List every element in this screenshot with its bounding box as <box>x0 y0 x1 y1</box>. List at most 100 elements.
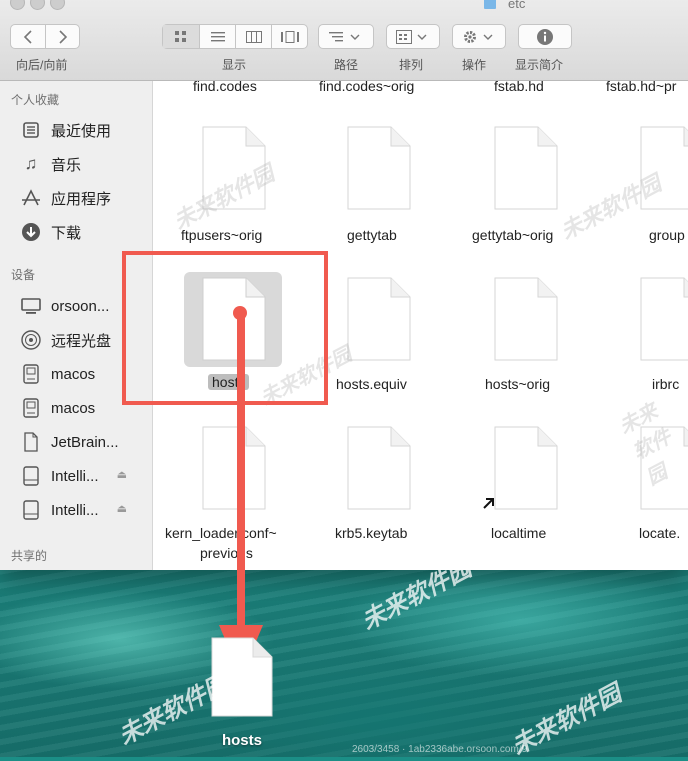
close-window-button[interactable] <box>10 0 25 10</box>
get-info-label: 显示简介 <box>515 58 564 72</box>
document-icon <box>347 426 411 510</box>
path-button[interactable] <box>318 24 374 49</box>
file-item[interactable] <box>347 126 411 210</box>
column-view-button[interactable] <box>235 25 271 48</box>
back-forward-control <box>10 24 80 49</box>
file-item[interactable] <box>347 426 411 510</box>
info-icon <box>537 28 553 45</box>
file-label[interactable]: locate. <box>639 525 680 541</box>
columns-icon <box>245 30 262 43</box>
document-icon <box>347 126 411 210</box>
annotation-highlight-box <box>122 251 328 405</box>
sidebar-item-label: macos <box>51 399 96 417</box>
icon-view-button[interactable] <box>163 25 199 48</box>
file-label[interactable]: fstab.hd <box>494 78 544 94</box>
list-icon <box>210 31 225 41</box>
file-label[interactable]: ftpusers~orig <box>181 227 262 243</box>
document-icon <box>640 426 688 510</box>
sidebar-item-label: Intelli... <box>51 501 99 519</box>
file-item[interactable] <box>494 277 558 361</box>
document-icon <box>347 277 411 361</box>
sidebar-item-downloads[interactable]: 下载 <box>20 217 81 247</box>
file-item-alias[interactable] <box>483 426 558 510</box>
sidebar-item-label: orsoon... <box>51 297 110 315</box>
action-button[interactable] <box>452 24 506 49</box>
document-icon <box>640 277 688 361</box>
arrange-icon <box>396 29 427 44</box>
sidebar-item-intellij[interactable]: Intelli... ⏏ <box>20 495 145 525</box>
music-icon: ♫ <box>24 154 38 173</box>
file-label[interactable]: gettytab~orig <box>472 227 553 243</box>
file-label[interactable]: find.codes~orig <box>319 78 414 94</box>
gallery-view-button[interactable] <box>271 25 307 48</box>
eject-icon[interactable]: ⏏ <box>117 468 127 481</box>
action-label: 操作 <box>462 58 487 72</box>
forward-button[interactable] <box>45 25 79 48</box>
sidebar-item-disk[interactable]: macos <box>20 359 95 389</box>
get-info-button[interactable] <box>518 24 572 49</box>
file-item[interactable] <box>640 126 688 210</box>
sidebar-item-remote-disc[interactable]: 远程光盘 <box>20 325 111 355</box>
window-title: etc <box>508 0 526 11</box>
shared-header: 共享的 <box>11 549 48 563</box>
document-icon <box>640 126 688 210</box>
sidebar-item-disk[interactable]: macos <box>20 393 95 423</box>
sidebar-item-applications[interactable]: 应用程序 <box>20 183 111 213</box>
sidebar-item-jetbrains[interactable]: JetBrain... <box>20 427 119 457</box>
annotation-arrow <box>237 312 245 632</box>
applications-icon <box>20 187 42 209</box>
file-item[interactable] <box>494 126 558 210</box>
sidebar-item-intellij[interactable]: Intelli... ⏏ <box>20 461 145 491</box>
file-item[interactable] <box>202 426 266 510</box>
file-item[interactable] <box>347 277 411 361</box>
file-item[interactable] <box>640 277 688 361</box>
path-label: 路径 <box>334 58 359 72</box>
minimize-window-button[interactable] <box>30 0 45 10</box>
file-label[interactable]: hosts~orig <box>485 376 550 392</box>
disk-icon <box>20 397 42 419</box>
back-button[interactable] <box>11 25 45 48</box>
sidebar-item-label: macos <box>51 365 96 383</box>
arrange-label: 排列 <box>399 58 424 72</box>
list-view-button[interactable] <box>199 25 235 48</box>
alias-arrow-icon <box>483 498 494 509</box>
grid-icon <box>175 30 186 42</box>
file-label[interactable]: irbrc <box>652 376 679 392</box>
zoom-window-button[interactable] <box>50 0 65 10</box>
document-icon <box>494 426 558 510</box>
sidebar-item-label: JetBrain... <box>51 433 119 451</box>
file-label[interactable]: localtime <box>491 525 546 541</box>
sidebar-item-recents[interactable]: 最近使用 <box>20 115 111 145</box>
sidebar-item-label: 应用程序 <box>51 190 112 208</box>
file-label[interactable]: fstab.hd~pr <box>606 78 676 94</box>
favorites-header: 个人收藏 <box>11 93 60 107</box>
folder-icon <box>484 0 496 9</box>
gallery-icon <box>280 30 299 43</box>
arrange-button[interactable] <box>386 24 440 49</box>
document-icon <box>202 126 266 210</box>
file-item[interactable] <box>202 126 266 210</box>
computer-icon <box>20 295 42 317</box>
file-item[interactable] <box>640 426 688 510</box>
file-label[interactable]: gettytab <box>347 227 397 243</box>
gear-icon <box>464 30 493 43</box>
recents-icon <box>20 119 42 141</box>
file-label[interactable]: find.codes <box>193 78 257 94</box>
file-label[interactable]: group <box>649 227 685 243</box>
sidebar-item-computer[interactable]: orsoon... <box>20 291 109 321</box>
sidebar-item-label: 远程光盘 <box>51 332 112 350</box>
file-label[interactable]: krb5.keytab <box>335 525 407 541</box>
downloads-icon <box>20 221 42 243</box>
eject-icon[interactable]: ⏏ <box>117 502 127 515</box>
sidebar-item-music[interactable]: ♫ 音乐 <box>20 149 81 179</box>
file-label[interactable]: hosts.equiv <box>336 376 407 392</box>
file-label[interactable]: kern_loader.conf~ <box>165 525 277 541</box>
document-icon <box>494 277 558 361</box>
desktop-file-label[interactable]: hosts <box>200 732 284 749</box>
desktop-file-hosts[interactable] <box>211 637 273 717</box>
sidebar-item-label: 音乐 <box>51 156 82 174</box>
drive-icon <box>20 499 42 521</box>
chevron-left-icon <box>23 29 32 44</box>
document-icon <box>211 637 273 717</box>
sidebar-item-label: Intelli... <box>51 467 99 485</box>
